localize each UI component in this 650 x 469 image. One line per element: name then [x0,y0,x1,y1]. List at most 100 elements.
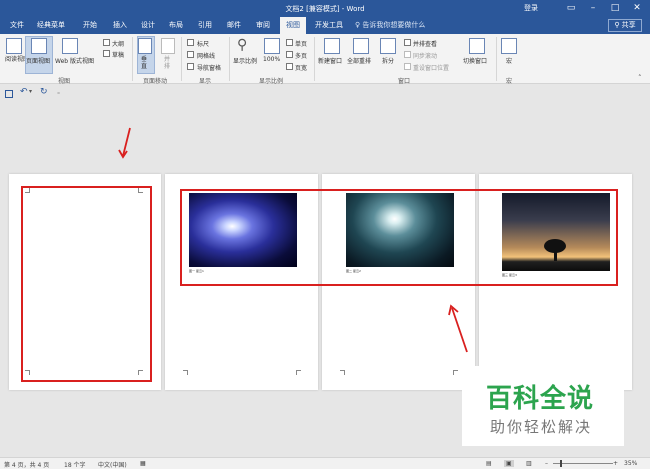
word-count[interactable]: 18 个字 [64,460,86,469]
page-width-icon [286,63,293,70]
zoom-button[interactable]: 显示比例 [233,56,257,65]
macro-record-icon[interactable]: ▦ [140,460,146,467]
zoom-level[interactable]: 35% [624,460,637,467]
ribbon-tabs: 文件 经典菜单 开始 插入 设计 布局 引用 邮件 审阅 视图 开发工具 ♀ 告… [0,17,650,34]
margin-corner [340,370,345,375]
read-mode-status-icon[interactable]: ▤ [486,460,492,467]
status-bar: 第 4 页，共 4 页 18 个字 中文(中国) ▦ ▤ ▣ ▥ – + 35% [0,457,650,469]
hundred-percent-button[interactable]: 100% [263,56,280,63]
tab-view[interactable]: 视图 [280,17,306,34]
redo-icon[interactable]: ↻ [40,87,48,97]
side-by-side-icon [161,38,175,54]
macros-button[interactable]: 宏 [506,56,512,65]
side-by-side-button[interactable]: 并排 [164,56,172,70]
page-count[interactable]: 第 4 页，共 4 页 [4,460,49,469]
split-icon [380,38,396,54]
window-title: 文档2 [兼容模式] - Word [285,5,365,13]
minimize-icon[interactable]: – [582,1,604,15]
multiple-pages-button[interactable]: 多页 [295,51,307,60]
tell-me-text: 告诉我你想要做什么 [362,21,426,29]
maximize-icon[interactable]: □ [604,1,626,15]
web-layout-icon [62,38,78,54]
one-page-icon [286,39,293,46]
sync-scroll-button[interactable]: 同步滚动 [413,51,437,60]
language[interactable]: 中文(中国) [98,460,127,469]
tab-home[interactable]: 开始 [83,20,97,30]
zoom-in-icon[interactable]: + [613,460,618,467]
switch-windows-button[interactable]: 切换窗口 [463,56,487,65]
new-window-icon [324,38,340,54]
draft-icon [103,50,110,57]
new-window-button[interactable]: 新建窗口 [318,56,342,65]
undo-dropdown-icon[interactable]: ▾ [29,88,32,95]
tab-layout[interactable]: 布局 [169,20,183,30]
separator [314,37,315,81]
read-mode-button[interactable]: 阅读视图 [5,56,29,63]
tab-review[interactable]: 审阅 [256,20,270,30]
login-link[interactable]: 登录 [524,3,538,13]
gridlines-checkbox[interactable] [187,51,194,58]
zoom-out-icon[interactable]: – [545,460,548,467]
tab-file[interactable]: 文件 [10,20,24,30]
undo-icon[interactable]: ↶ [20,87,28,97]
tell-me-search[interactable]: ♀ 告诉我你想要做什么 [355,20,425,30]
web-layout-button[interactable]: Web 版式视图 [55,56,94,65]
highlight-box-blank-page [21,186,152,382]
collapse-ribbon-icon[interactable]: ˄ [638,74,642,82]
outline-icon [103,39,110,46]
separator [229,37,230,81]
sync-scroll-icon [404,51,411,58]
print-layout-icon [31,38,47,54]
zoom-slider[interactable] [553,463,613,464]
hundred-percent-icon [264,38,280,54]
arrange-all-icon [353,38,369,54]
print-layout-label: 页面视图 [26,58,51,65]
tab-classic-menu[interactable]: 经典菜单 [37,20,65,30]
view-side-by-side-button[interactable]: 并排查看 [413,39,437,48]
margin-corner [296,370,301,375]
gridlines-label: 网格线 [197,53,216,60]
arrow-annotation-2 [448,304,468,353]
ruler-checkbox[interactable] [187,39,194,46]
web-layout-status-icon[interactable]: ▥ [526,460,532,467]
switch-windows-icon [469,38,485,54]
close-icon[interactable]: ✕ [626,1,648,15]
draft-button[interactable]: 草稿 [112,50,124,59]
tab-references[interactable]: 引用 [198,20,212,30]
magnifier-icon: ⚲ [237,37,248,53]
highlight-box-images [180,189,618,286]
tab-mailings[interactable]: 邮件 [227,20,241,30]
side-by-side-view-icon [404,39,411,46]
share-button[interactable]: ⚲ 共享 [608,19,642,32]
save-icon[interactable] [5,90,13,98]
tab-design[interactable]: 设计 [141,20,155,30]
one-page-button[interactable]: 单页 [295,39,307,48]
watermark-title: 百科全说 [486,384,595,414]
tab-insert[interactable]: 插入 [113,20,127,30]
separator [496,37,497,81]
separator [181,37,182,81]
macros-icon [501,38,517,54]
customize-qat-icon[interactable]: ₌ [57,89,60,96]
ribbon: 阅读视图 页面视图 Web 版式视图 大纲 草稿 视图 垂直 并排 页面移动 标… [0,34,650,85]
share-label: 共享 [621,21,636,29]
tab-developer[interactable]: 开发工具 [315,20,343,30]
vertical-icon [138,38,152,54]
print-layout-status-icon[interactable]: ▣ [504,460,514,467]
nav-pane-checkbox[interactable] [187,63,194,70]
quick-access-toolbar: ↶ ▾ ↻ ₌ [0,84,650,106]
arrange-all-button[interactable]: 全部重排 [347,56,371,65]
separator [132,37,133,81]
split-button[interactable]: 拆分 [382,56,394,65]
margin-corner [453,370,458,375]
reset-position-icon [404,63,411,70]
page-width-button[interactable]: 页宽 [295,63,307,72]
margin-corner [183,370,188,375]
ribbon-display-icon[interactable]: ▭ [560,1,582,15]
outline-button[interactable]: 大纲 [112,39,124,48]
arrow-annotation-1 [118,127,131,159]
watermark-logo: 百科全说 助你轻松解决 [462,366,624,446]
person-icon: ⚲ [614,21,622,29]
reset-position-button[interactable]: 重设窗口位置 [413,63,449,72]
zoom-slider-thumb[interactable] [560,460,562,467]
